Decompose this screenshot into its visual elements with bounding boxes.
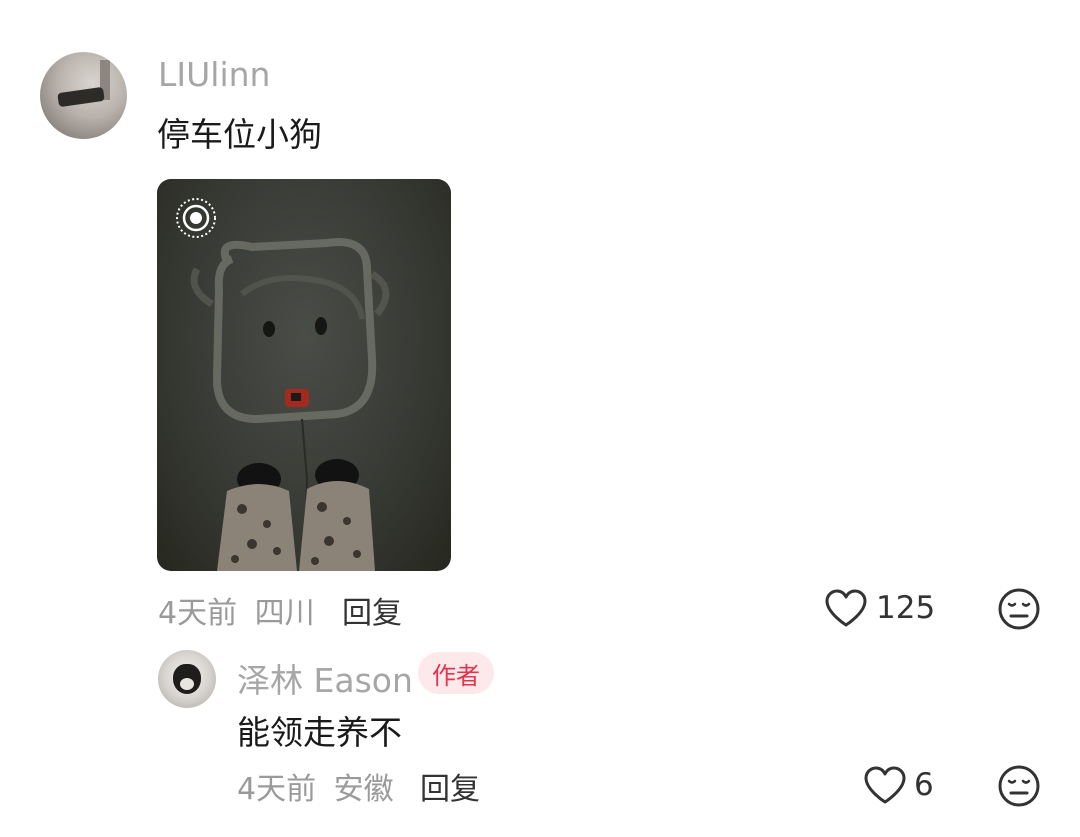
heart-outline-icon[interactable] — [824, 588, 868, 628]
heart-outline-icon[interactable] — [863, 765, 907, 805]
like-count: 125 — [876, 590, 936, 626]
avatar[interactable] — [40, 52, 127, 139]
comment-text: 停车位小狗 — [157, 115, 322, 154]
reply-button[interactable]: 回复 — [342, 588, 402, 632]
comment-meta: 4天前 四川 — [158, 588, 315, 632]
comment-time: 4天前 — [158, 596, 238, 631]
reply-text: 能领走养不 — [237, 713, 402, 752]
reply-reply-button[interactable]: 回复 — [420, 764, 480, 808]
live-photo-icon — [176, 198, 216, 238]
comment-username[interactable]: LIUlinn — [158, 55, 270, 94]
reply-time: 4天前 — [237, 772, 317, 807]
meh-face-icon[interactable] — [997, 764, 1041, 808]
author-badge: 作者 — [418, 652, 494, 694]
comment-location: 四川 — [254, 596, 315, 631]
reply-location: 安徽 — [333, 772, 394, 807]
reply-username[interactable]: 泽林 Eason — [237, 654, 413, 702]
meh-face-icon[interactable] — [997, 587, 1041, 631]
reply-avatar[interactable] — [158, 650, 216, 708]
comment-thread: LIUlinn 停车位小狗 4天前 四川 回复 125 泽林 Eason 作者 … — [0, 0, 1080, 837]
reply-meta: 4天前 安徽 — [237, 764, 394, 808]
comment-image[interactable] — [157, 179, 451, 571]
reply-like-count: 6 — [914, 767, 934, 803]
